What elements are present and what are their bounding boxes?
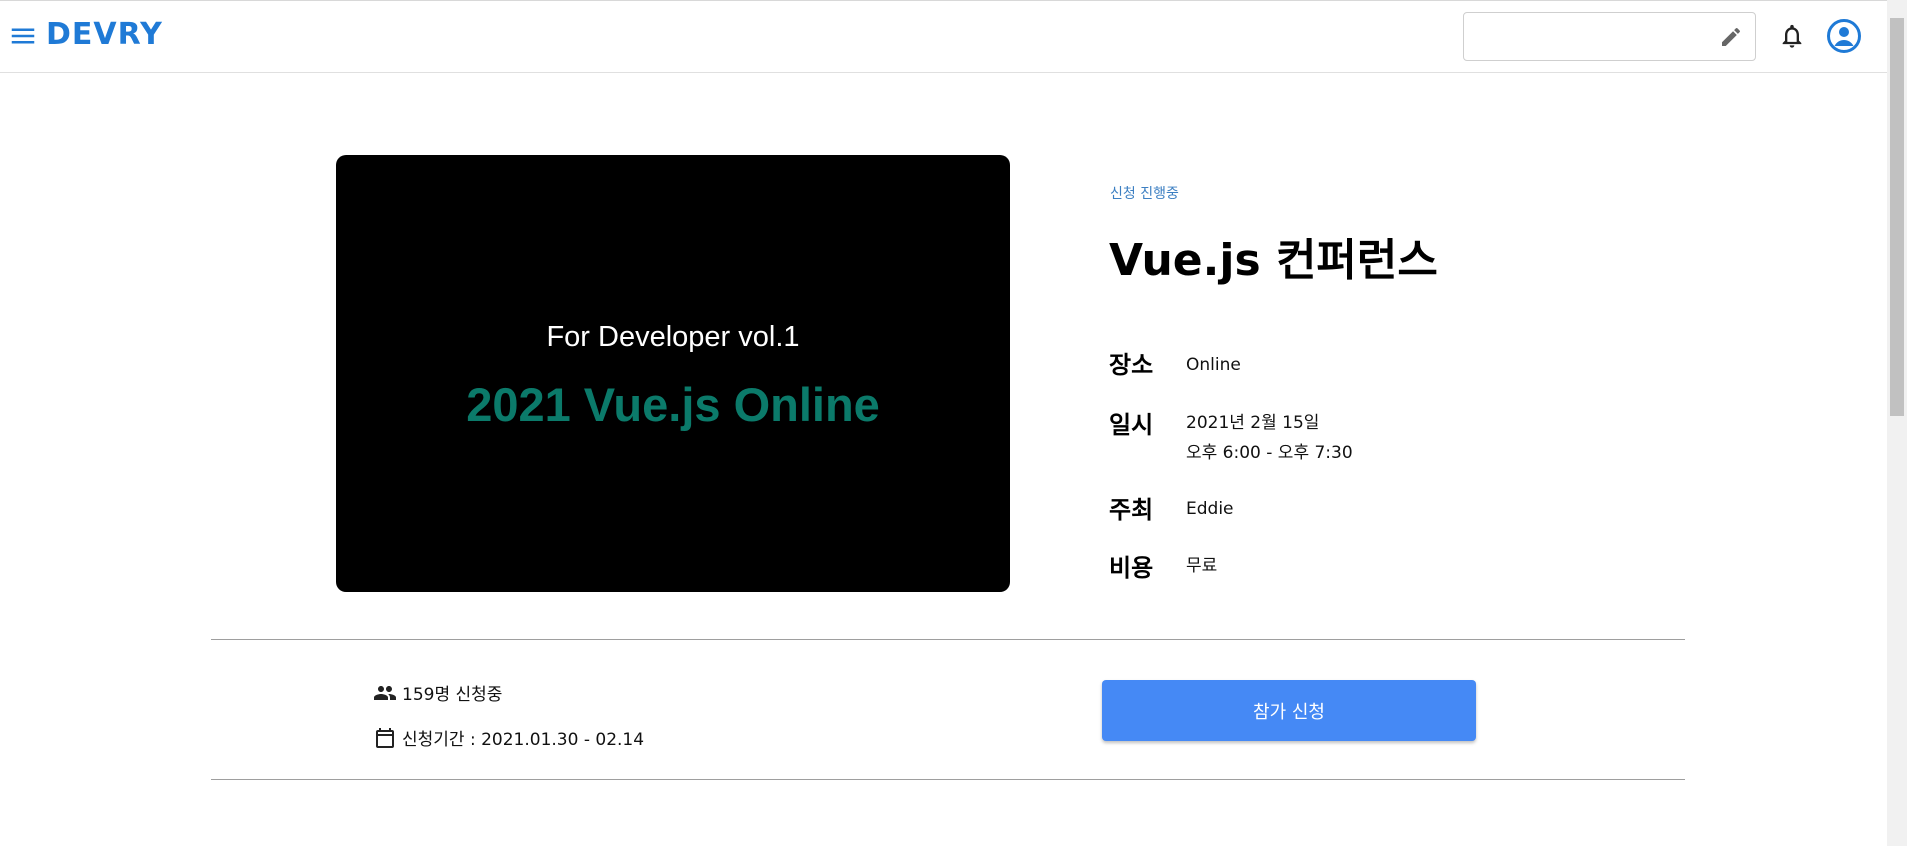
status-badge: 신청 진행중 xyxy=(1110,186,1179,202)
date-label: 일시 xyxy=(1109,411,1154,439)
search-input[interactable] xyxy=(1476,21,1710,53)
divider xyxy=(211,779,1685,780)
host-label: 주최 xyxy=(1109,496,1154,524)
place-value: Online xyxy=(1186,355,1241,375)
calendar-icon xyxy=(376,727,394,748)
event-title: Vue.js 컨퍼런스 xyxy=(1109,235,1438,286)
apply-button[interactable]: 참가 신청 xyxy=(1102,680,1476,741)
divider xyxy=(211,639,1685,640)
place-label: 장소 xyxy=(1109,351,1154,379)
applicant-count: 159명 신청중 xyxy=(373,680,502,705)
date-line: 2021년 2월 15일 xyxy=(1186,413,1320,433)
applicant-count-text: 159명 신청중 xyxy=(402,685,503,705)
poster-subtitle: For Developer vol.1 xyxy=(546,321,800,353)
date-value: 2021년 2월 15일 오후 6:00 - 오후 7:30 xyxy=(1186,408,1353,468)
search-field[interactable] xyxy=(1463,12,1756,61)
menu-button[interactable] xyxy=(8,21,38,51)
scrollbar[interactable] xyxy=(1887,0,1907,846)
account-button[interactable] xyxy=(1826,18,1862,54)
application-period: 신청기간 : 2021.01.30 - 02.14 xyxy=(373,725,644,750)
event-poster: For Developer vol.1 2021 Vue.js Online xyxy=(336,155,1010,592)
top-app-bar: DEVRY xyxy=(0,0,1887,73)
cost-value: 무료 xyxy=(1186,556,1218,576)
account-circle-icon xyxy=(1827,19,1861,53)
bell-icon xyxy=(1782,24,1802,48)
poster-title: 2021 Vue.js Online xyxy=(466,378,880,431)
edit-button[interactable] xyxy=(1719,25,1743,49)
pencil-icon xyxy=(1722,27,1741,46)
cost-label: 비용 xyxy=(1109,554,1154,582)
logo[interactable]: DEVRY xyxy=(46,17,163,52)
time-line: 오후 6:00 - 오후 7:30 xyxy=(1186,443,1353,463)
scrollbar-thumb[interactable] xyxy=(1890,18,1904,416)
notifications-button[interactable] xyxy=(1778,21,1806,51)
people-icon xyxy=(374,685,396,700)
application-period-text: 신청기간 : 2021.01.30 - 02.14 xyxy=(402,730,645,750)
host-value: Eddie xyxy=(1186,499,1234,519)
menu-icon xyxy=(11,28,35,44)
